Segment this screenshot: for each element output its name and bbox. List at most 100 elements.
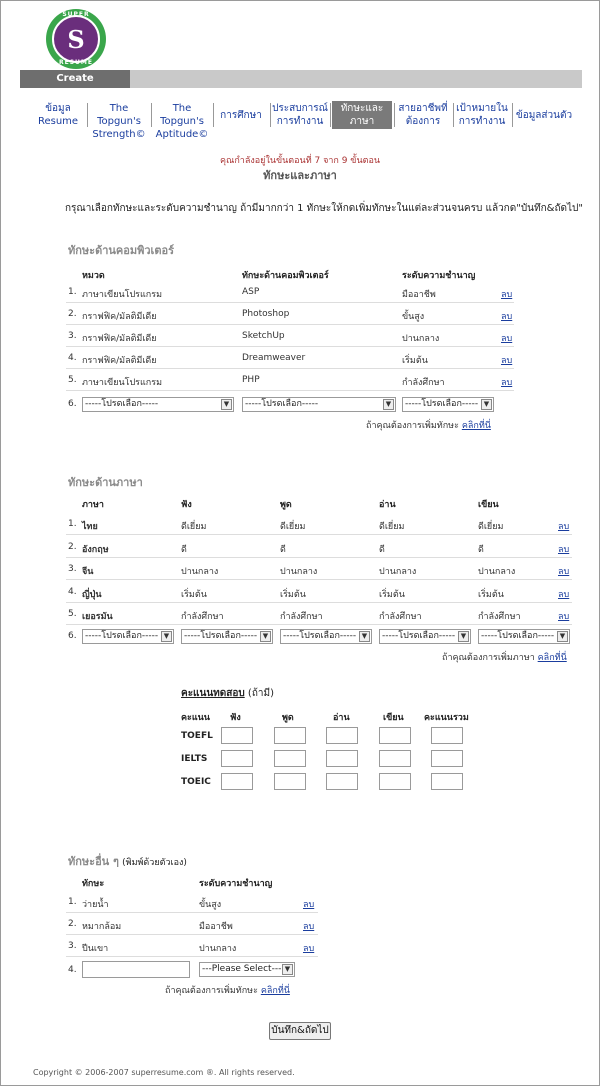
delete-link[interactable]: ลบ — [501, 375, 512, 389]
tab-career-goals[interactable]: เป้าหมายใน การทำงาน — [454, 101, 510, 129]
score-input[interactable] — [274, 773, 306, 790]
language-select[interactable]: -----โปรดเลือก----- ▼ — [82, 629, 174, 644]
row-divider — [66, 601, 572, 603]
row-divider — [66, 556, 572, 558]
save-next-button[interactable]: บันทึก&ถัดไป — [269, 1022, 331, 1040]
row-number: 1. — [68, 897, 77, 907]
score-input[interactable] — [221, 727, 253, 744]
write-cell: ดีเยี่ยม — [478, 522, 504, 532]
tab-work-experience[interactable]: ประสบการณ์ การทำงาน — [271, 101, 329, 129]
level-cell: กำลังศึกษา — [402, 378, 445, 388]
select-value: -----โปรดเลือก----- — [85, 399, 159, 409]
delete-link[interactable]: ลบ — [501, 287, 512, 301]
col-header-category: หมวด — [82, 271, 105, 281]
tab-skills-languages[interactable]: ทักษะและ ภาษา — [332, 101, 392, 129]
listen-cell: ดี — [181, 544, 187, 555]
delete-link[interactable]: ลบ — [303, 941, 314, 955]
tab-resume-info[interactable]: ข้อมูล Resume — [30, 101, 86, 129]
level-cell: มืออาชีพ — [199, 922, 233, 932]
delete-link[interactable]: ลบ — [303, 919, 314, 933]
select-value: ---Please Select--- — [202, 964, 282, 974]
delete-link[interactable]: ลบ — [501, 309, 512, 323]
computer-level-select[interactable]: -----โปรดเลือก----- ▼ — [402, 397, 494, 412]
row-number: 3. — [68, 941, 77, 951]
row-divider — [66, 912, 318, 913]
chevron-down-icon: ▼ — [359, 631, 370, 642]
speak-level-select[interactable]: -----โปรดเลือก----- ▼ — [280, 629, 372, 644]
skill-cell: SketchUp — [242, 331, 285, 341]
delete-link[interactable]: ลบ — [558, 519, 569, 533]
listen-level-select[interactable]: -----โปรดเลือก----- ▼ — [181, 629, 273, 644]
score-input[interactable] — [274, 727, 306, 744]
delete-link[interactable]: ลบ — [558, 564, 569, 578]
score-input[interactable] — [431, 773, 463, 790]
logo-emblem: S — [52, 15, 100, 63]
level-cell: ปานกลาง — [199, 944, 237, 954]
col-header-speak: พูด — [282, 713, 294, 723]
score-input[interactable] — [431, 727, 463, 744]
select-value: -----โปรดเลือก----- — [382, 631, 456, 641]
skill-cell: ASP — [242, 287, 260, 297]
score-input[interactable] — [274, 750, 306, 767]
computer-category-select[interactable]: -----โปรดเลือก----- ▼ — [82, 397, 234, 412]
chevron-down-icon: ▼ — [458, 631, 469, 642]
tab-personal-info[interactable]: ข้อมูลส่วนตัว — [513, 101, 575, 129]
level-cell: ขั้นสูง — [199, 900, 222, 910]
score-input[interactable] — [379, 750, 411, 767]
computer-skill-select[interactable]: -----โปรดเลือก----- ▼ — [242, 397, 396, 412]
add-other-skill-link[interactable]: คลิกที่นี่ — [261, 986, 290, 996]
select-value: -----โปรดเลือก----- — [405, 399, 479, 409]
delete-link[interactable]: ลบ — [303, 897, 314, 911]
write-cell: เริ่มต้น — [478, 589, 504, 600]
tab-topgun-aptitude[interactable]: The Topgun's Aptitude© — [152, 101, 212, 140]
skill-cell: PHP — [242, 375, 260, 385]
row-number: 1. — [68, 287, 77, 297]
tab-desired-career[interactable]: สายอาชีพที่ ต้องการ — [395, 101, 451, 129]
delete-link[interactable]: ลบ — [558, 587, 569, 601]
score-input[interactable] — [431, 750, 463, 767]
superresume-logo[interactable]: SUPER S RESUME — [46, 9, 106, 69]
other-level-select[interactable]: ---Please Select--- ▼ — [199, 962, 295, 977]
other-skill-input[interactable] — [82, 961, 190, 978]
col-header-listen: ฟัง — [230, 713, 241, 723]
row-divider — [66, 390, 514, 391]
chevron-down-icon: ▼ — [557, 631, 568, 642]
col-header-score: คะแนน — [181, 713, 210, 723]
row-number: 4. — [68, 586, 77, 597]
score-input[interactable] — [379, 773, 411, 790]
skill-cell: Photoshop — [242, 309, 290, 319]
score-input[interactable] — [326, 773, 358, 790]
row-number: 1. — [68, 519, 77, 529]
col-header-write: เขียน — [383, 713, 404, 723]
add-language-link[interactable]: คลิกที่นี่ — [538, 653, 567, 663]
read-cell: กำลังศึกษา — [379, 612, 422, 622]
delete-link[interactable]: ลบ — [501, 331, 512, 345]
add-computer-skill-link[interactable]: คลิกที่นี่ — [462, 421, 491, 431]
col-header-proficiency: ระดับความชำนาญ — [402, 271, 476, 281]
score-input[interactable] — [221, 750, 253, 767]
score-input[interactable] — [326, 727, 358, 744]
step-indicator: คุณกำลังอยู่ในขั้นตอนที่ 7 จาก 9 ขั้นตอน — [219, 156, 381, 166]
test-name: TOEFL — [181, 731, 213, 741]
write-level-select[interactable]: -----โปรดเลือก----- ▼ — [478, 629, 570, 644]
nav-divider — [330, 103, 331, 127]
instruction-text: กรุณาเลือกทักษะและระดับความชำนาญ ถ้ามีมา… — [65, 203, 583, 214]
score-input[interactable] — [379, 727, 411, 744]
add-language-prompt: ถ้าคุณต้องการเพิ่มภาษา คลิกที่นี่ — [442, 650, 567, 664]
category-cell: กราฟฟิค/มัลติมีเดีย — [82, 356, 157, 366]
col-header-skill: ทักษะ — [82, 879, 105, 889]
score-input[interactable] — [221, 773, 253, 790]
delete-link[interactable]: ลบ — [558, 542, 569, 556]
tab-education[interactable]: การศึกษา — [214, 101, 268, 129]
score-input[interactable] — [326, 750, 358, 767]
read-level-select[interactable]: -----โปรดเลือก----- ▼ — [379, 629, 471, 644]
row-number: 2. — [68, 541, 77, 552]
read-cell: ดี — [379, 544, 385, 555]
level-cell: เริ่มต้น — [402, 356, 428, 366]
delete-link[interactable]: ลบ — [501, 353, 512, 367]
other-skills-heading: ทักษะอื่น ๆ (พิมพ์ด้วยตัวเอง) — [68, 852, 187, 870]
row-number: 5. — [68, 375, 77, 385]
tab-topgun-strength[interactable]: The Topgun's Strength© — [88, 101, 150, 140]
add-computer-skill-prompt: ถ้าคุณต้องการเพิ่มทักษะ คลิกที่นี่ — [366, 418, 491, 432]
delete-link[interactable]: ลบ — [558, 609, 569, 623]
